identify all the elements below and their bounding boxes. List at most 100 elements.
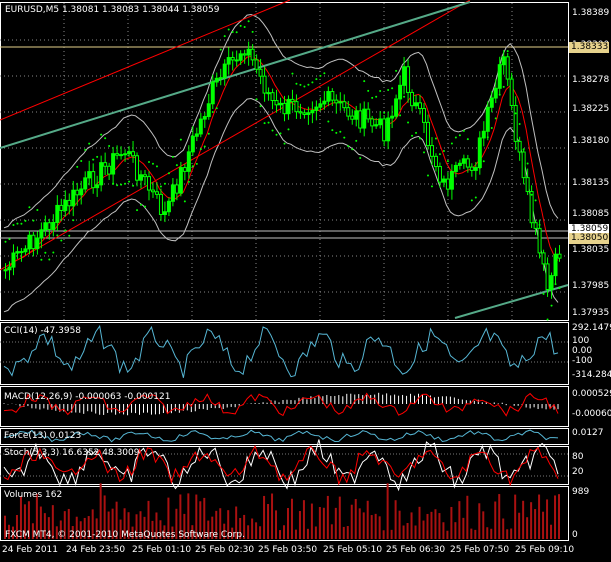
- cci-scale-min: -314.2847: [572, 370, 611, 380]
- sar-dot: [558, 287, 561, 290]
- sar-dot: [16, 222, 19, 225]
- price-scale-label: 1.38389: [572, 8, 610, 18]
- sar-dot: [88, 142, 91, 145]
- candle-body: [537, 227, 542, 254]
- candle-body: [210, 81, 215, 105]
- sar-dot: [267, 121, 270, 124]
- sar-dot: [478, 166, 481, 169]
- sar-dot: [100, 133, 103, 136]
- sar-dot: [295, 82, 298, 85]
- price-chart-canvas[interactable]: [0, 0, 611, 562]
- sar-dot: [24, 219, 27, 222]
- candle-body: [258, 68, 263, 77]
- sar-dot: [323, 72, 326, 75]
- candle-body: [505, 56, 510, 80]
- candle-body: [178, 167, 183, 194]
- sar-dot: [64, 229, 67, 232]
- candle-body: [509, 78, 514, 107]
- sar-dot: [259, 105, 262, 108]
- sar-dot: [116, 184, 119, 187]
- candle-body: [354, 110, 359, 120]
- sar-dot: [283, 142, 286, 145]
- candle-body: [198, 118, 203, 135]
- candle-body: [194, 133, 199, 137]
- candle-body: [402, 66, 407, 86]
- candle-body: [75, 189, 80, 196]
- macd-scale-max: 0.000529: [572, 389, 611, 399]
- candle-body: [23, 248, 28, 253]
- candle-body: [131, 151, 136, 157]
- sar-dot: [363, 80, 366, 83]
- candle-body: [47, 222, 52, 230]
- candle-body: [95, 184, 100, 189]
- candle-body: [15, 251, 20, 254]
- sar-dot: [191, 165, 194, 168]
- sar-dot: [175, 164, 178, 167]
- candle-body: [91, 171, 96, 189]
- sar-dot: [171, 155, 174, 158]
- sar-dot: [327, 120, 330, 123]
- sar-dot: [399, 114, 402, 117]
- candle-body: [318, 103, 323, 108]
- sar-dot: [474, 196, 477, 199]
- sar-dot: [506, 50, 509, 53]
- force-title: Force(13) 0.0123: [4, 431, 82, 441]
- candle-body: [557, 253, 562, 259]
- sar-dot: [144, 205, 146, 208]
- sar-dot: [442, 150, 445, 153]
- sar-dot: [514, 112, 517, 115]
- sar-dot: [40, 258, 43, 261]
- candle-body: [266, 92, 271, 95]
- sar-dot: [319, 74, 322, 77]
- candle-body: [154, 191, 159, 195]
- sar-dot: [251, 30, 254, 33]
- candle-body: [525, 177, 530, 193]
- candle-body: [262, 75, 267, 94]
- sar-dot: [339, 130, 342, 133]
- sar-dot: [502, 85, 505, 88]
- candle-body: [27, 234, 32, 250]
- candle-body: [433, 155, 438, 168]
- candle-body: [469, 166, 474, 171]
- sar-dot: [347, 145, 350, 148]
- candle-body: [497, 64, 502, 89]
- trendline-upper: [0, 1, 471, 149]
- sar-dot: [155, 165, 158, 168]
- sar-dot: [92, 158, 95, 161]
- sar-dot: [72, 219, 75, 222]
- candle-body: [111, 153, 116, 175]
- candle-body: [206, 103, 211, 118]
- candle-body: [493, 87, 498, 99]
- sar-dot: [486, 136, 489, 139]
- sar-dot: [371, 96, 374, 99]
- sar-dot: [76, 165, 79, 168]
- sar-dot: [227, 28, 230, 31]
- candle-body: [529, 191, 534, 224]
- candle-body: [63, 199, 68, 211]
- candle-body: [334, 99, 339, 104]
- candle-body: [186, 151, 191, 172]
- candle-body: [242, 53, 247, 56]
- sar-dot: [458, 134, 461, 137]
- sar-dot: [359, 157, 362, 160]
- candle-body: [437, 166, 442, 183]
- sar-dot: [104, 137, 107, 140]
- time-axis-label: 25 Feb 06:30: [386, 545, 446, 555]
- candle-body: [254, 59, 259, 70]
- candle-body: [166, 200, 171, 213]
- candle-body: [278, 102, 283, 106]
- candle-body: [230, 57, 235, 61]
- bollinger-lower: [3, 97, 559, 313]
- sar-dot: [482, 160, 485, 163]
- candle-body: [119, 154, 124, 157]
- sar-dot: [522, 148, 525, 151]
- price-scale-label: 1.38035: [572, 245, 610, 255]
- candle-body: [350, 115, 355, 120]
- sar-dot: [52, 251, 55, 254]
- candle-body: [302, 112, 307, 115]
- mt4-chart-window[interactable]: EURUSD,M5 1.38081 1.38083 1.38044 1.3805…: [0, 0, 611, 562]
- candle-body: [398, 84, 403, 100]
- price-scale-label: 1.37935: [572, 308, 610, 318]
- sar-dot: [546, 318, 549, 321]
- sar-dot: [159, 185, 162, 188]
